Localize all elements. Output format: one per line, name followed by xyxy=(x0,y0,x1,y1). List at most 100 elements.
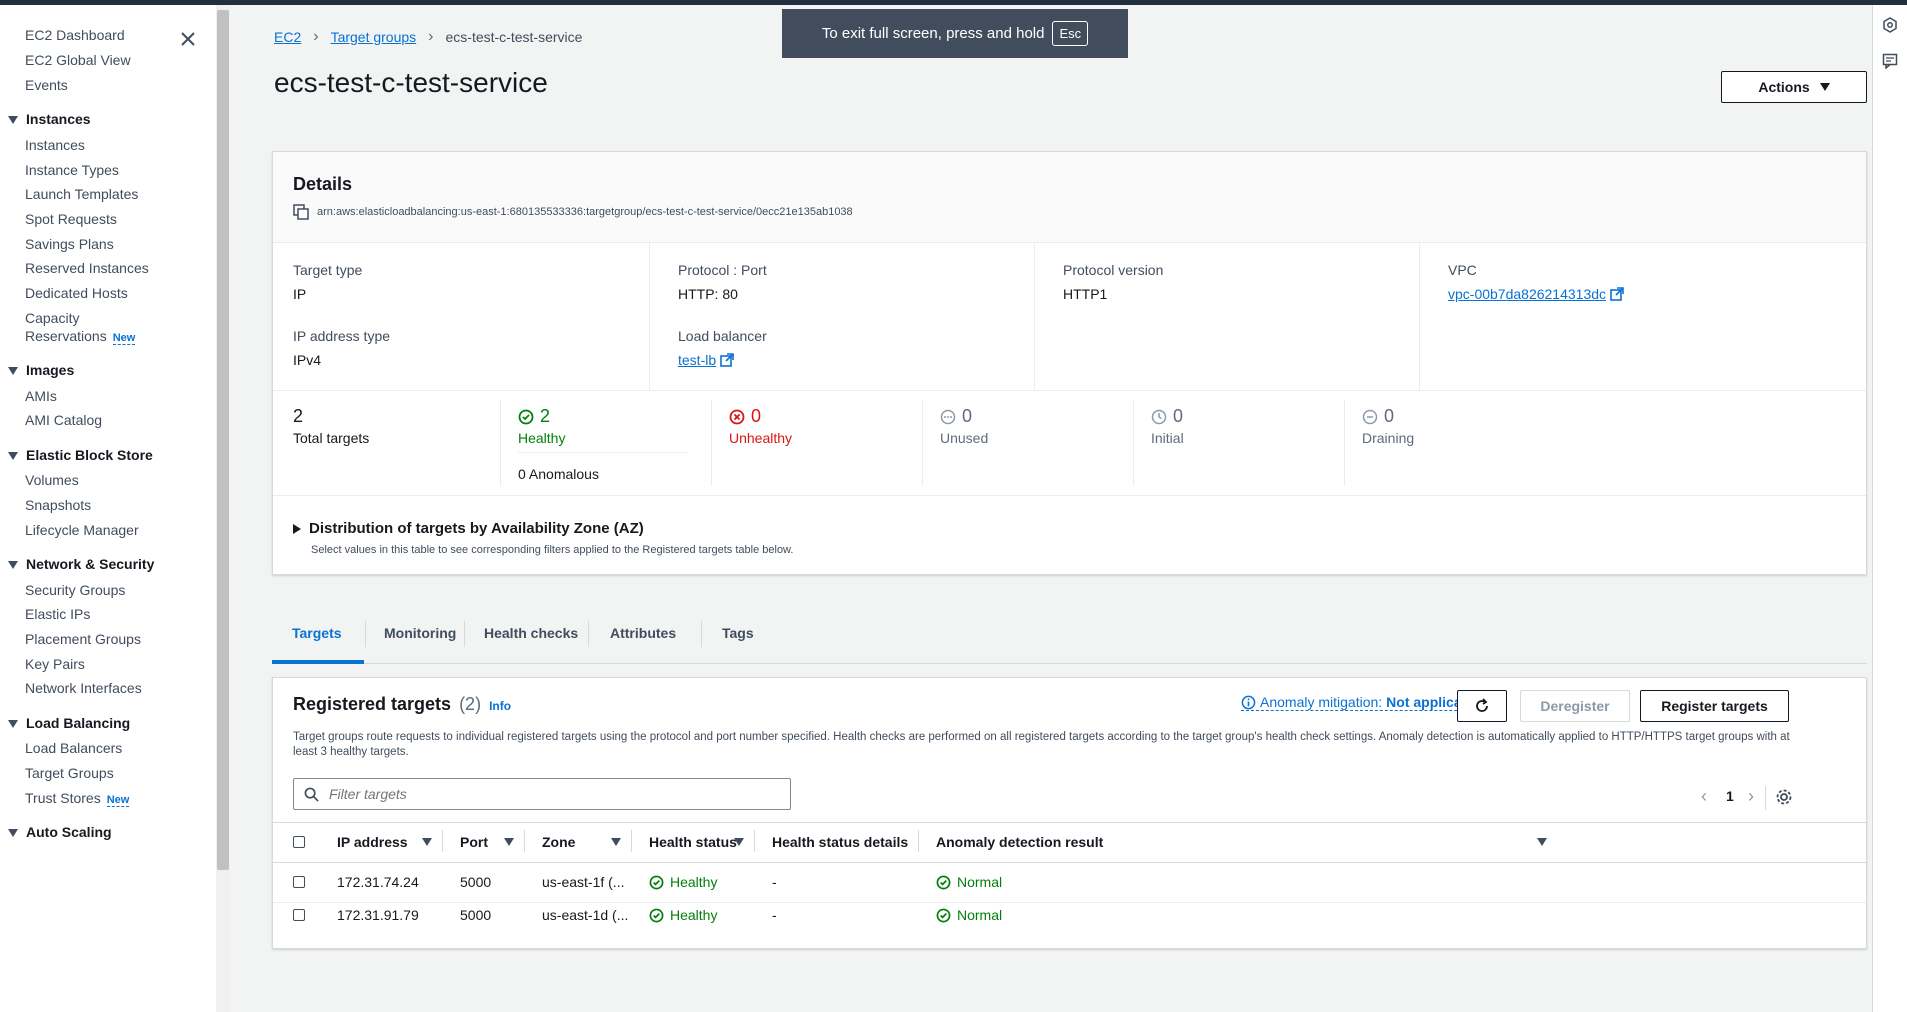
col-anomaly-detection[interactable]: Anomaly detection result xyxy=(936,822,1103,862)
divider xyxy=(500,400,501,486)
divider xyxy=(1419,242,1420,390)
load-balancer-link[interactable]: test-lb xyxy=(678,352,734,368)
sort-icon[interactable] xyxy=(611,838,621,846)
cell-zone: us-east-1d (... xyxy=(542,907,629,923)
sidebar-section-load-balancing[interactable]: Load Balancing xyxy=(8,715,130,731)
feedback-icon[interactable] xyxy=(1882,53,1898,72)
sidebar-item-volumes[interactable]: Volumes xyxy=(25,472,79,488)
details-card: Details arn:aws:elasticloadbalancing:us-… xyxy=(272,151,1867,575)
divider xyxy=(1034,242,1035,390)
healthy-num: 2 xyxy=(540,406,551,426)
toast-text: To exit full screen, press and hold xyxy=(821,25,1045,42)
col-health-status-details[interactable]: Health status details xyxy=(772,822,908,862)
tab-health-checks[interactable]: Health checks xyxy=(484,603,578,663)
row-checkbox[interactable] xyxy=(293,909,305,921)
info-circle-icon xyxy=(1241,695,1256,710)
register-targets-button[interactable]: Register targets xyxy=(1640,690,1789,722)
anomaly-text: Normal xyxy=(957,874,1003,890)
sidebar-item-ami-catalog[interactable]: AMI Catalog xyxy=(25,412,102,428)
registered-targets-header: Registered targets (2) Info xyxy=(293,694,511,715)
sidebar-item-security-groups[interactable]: Security Groups xyxy=(25,582,125,598)
sidebar-item-instance-types[interactable]: Instance Types xyxy=(25,162,119,178)
cell-ip: 172.31.74.24 xyxy=(337,874,419,890)
sort-icon[interactable] xyxy=(734,838,744,846)
sidebar-item-capacity-reservations[interactable]: Capacity xyxy=(25,310,79,326)
ip-address-type-label: IP address type xyxy=(293,328,391,344)
anomaly-label: Anomaly mitigation: xyxy=(1260,694,1383,710)
sidebar-item-target-groups[interactable]: Target Groups xyxy=(25,765,114,781)
sidebar-item-placement-groups[interactable]: Placement Groups xyxy=(25,631,141,647)
tab-attributes[interactable]: Attributes xyxy=(610,603,676,663)
sidebar-item-network-interfaces[interactable]: Network Interfaces xyxy=(25,680,142,696)
col-health-status[interactable]: Health status xyxy=(649,822,737,862)
sidebar-item-ec2-dashboard[interactable]: EC2 Dashboard xyxy=(25,27,125,43)
sidebar-section-auto-scaling[interactable]: Auto Scaling xyxy=(8,824,112,840)
new-badge: New xyxy=(112,332,136,345)
sidebar-item-amis[interactable]: AMIs xyxy=(25,388,57,404)
sidebar-item-events[interactable]: Events xyxy=(25,77,68,93)
sidebar-item-key-pairs[interactable]: Key Pairs xyxy=(25,656,85,672)
sidebar-section-ebs[interactable]: Elastic Block Store xyxy=(8,447,153,463)
filter-input[interactable] xyxy=(327,785,771,803)
sidebar-section-instances[interactable]: Instances xyxy=(8,111,91,127)
filter-box[interactable] xyxy=(293,778,791,810)
tab-tags[interactable]: Tags xyxy=(722,603,754,663)
sidebar-item-instances[interactable]: Instances xyxy=(25,137,85,153)
sidebar-item-dedicated-hosts[interactable]: Dedicated Hosts xyxy=(25,285,128,301)
registered-desc: Target groups route requests to individu… xyxy=(293,731,1790,758)
tab-targets[interactable]: Targets xyxy=(292,603,342,663)
sort-icon[interactable] xyxy=(1537,838,1547,846)
sidebar-item-elastic-ips[interactable]: Elastic IPs xyxy=(25,606,90,622)
col-zone[interactable]: Zone xyxy=(542,822,575,862)
sidebar-item-lifecycle-manager[interactable]: Lifecycle Manager xyxy=(25,522,139,538)
draining-label: Draining xyxy=(1362,430,1415,446)
sidebar-item-spot-requests[interactable]: Spot Requests xyxy=(25,211,117,227)
vpc-value[interactable]: vpc-00b7da826214313dc xyxy=(1448,286,1606,302)
breadcrumb-target-groups[interactable]: Target groups xyxy=(331,29,417,45)
refresh-button[interactable] xyxy=(1457,690,1507,722)
select-all-checkbox[interactable] xyxy=(293,836,305,848)
sidebar-scrollbar-thumb[interactable] xyxy=(217,10,229,870)
load-balancer-value[interactable]: test-lb xyxy=(678,352,716,368)
sort-icon[interactable] xyxy=(422,838,432,846)
col-port[interactable]: Port xyxy=(460,822,488,862)
sidebar-section-network-security[interactable]: Network & Security xyxy=(8,556,154,572)
settings-icon[interactable] xyxy=(1882,17,1898,36)
col-ip-address[interactable]: IP address xyxy=(337,822,408,862)
sidebar-item-load-balancers[interactable]: Load Balancers xyxy=(25,740,122,756)
sidebar-item-trust-stores[interactable]: Trust Stores New xyxy=(25,790,130,807)
close-icon[interactable] xyxy=(178,29,198,49)
sidebar-item-reserved-instances[interactable]: Reserved Instances xyxy=(25,260,149,276)
sidebar-item-savings-plans[interactable]: Savings Plans xyxy=(25,236,114,252)
sidebar-item-capacity-reservations-line2[interactable]: Reservations New xyxy=(25,328,136,345)
prev-page-icon[interactable]: ‹ xyxy=(1701,786,1707,807)
target-type-value: IP xyxy=(293,286,307,302)
sort-icon[interactable] xyxy=(504,838,514,846)
toast-key: Esc xyxy=(1052,21,1089,46)
sidebar-item-ec2-global-view[interactable]: EC2 Global View xyxy=(25,52,131,68)
total-num: 2 xyxy=(293,406,304,426)
deregister-button[interactable]: Deregister xyxy=(1520,690,1630,722)
distribution-toggle[interactable]: Distribution of targets by Availability … xyxy=(293,520,644,537)
next-page-icon[interactable]: › xyxy=(1748,786,1754,807)
col-divider xyxy=(631,830,632,852)
tab-monitoring[interactable]: Monitoring xyxy=(384,603,456,663)
info-link[interactable]: Info xyxy=(489,699,511,713)
breadcrumb-ec2[interactable]: EC2 xyxy=(274,29,301,45)
row-checkbox[interactable] xyxy=(293,876,305,888)
check-circle-icon xyxy=(649,875,664,890)
clock-icon xyxy=(1151,409,1167,425)
tab-divider xyxy=(365,621,366,647)
caret-down-icon xyxy=(8,561,18,570)
page-number[interactable]: 1 xyxy=(1726,788,1734,804)
vpc-link[interactable]: vpc-00b7da826214313dc xyxy=(1448,286,1624,302)
sidebar-item-snapshots[interactable]: Snapshots xyxy=(25,497,91,513)
anomaly-text: Normal xyxy=(957,907,1003,923)
anomaly-mitigation-link[interactable]: Anomaly mitigation: Not applicable xyxy=(1241,694,1482,711)
actions-button[interactable]: Actions xyxy=(1721,71,1867,103)
sidebar-section-images[interactable]: Images xyxy=(8,362,74,378)
sidebar: EC2 Dashboard EC2 Global View Events Ins… xyxy=(0,5,217,1012)
settings-gear-icon[interactable] xyxy=(1775,788,1793,809)
copy-icon[interactable] xyxy=(293,204,309,220)
sidebar-item-launch-templates[interactable]: Launch Templates xyxy=(25,186,138,202)
